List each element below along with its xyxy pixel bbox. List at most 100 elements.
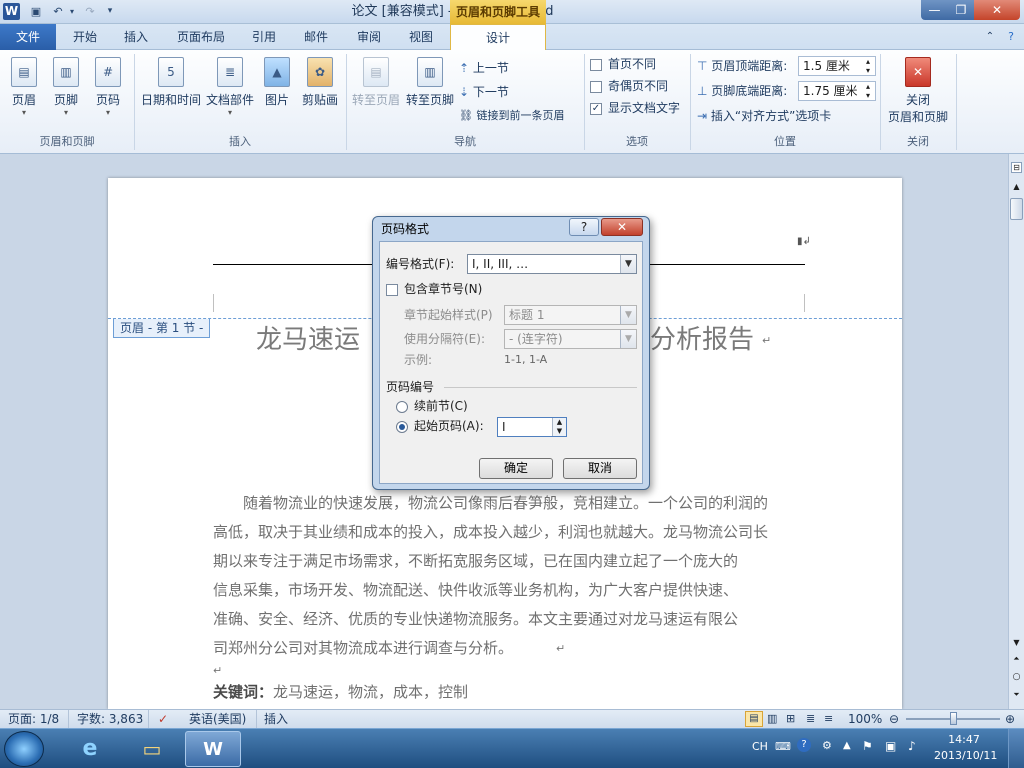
spinner-arrows-icon[interactable]: ▴ ▾ [863, 57, 873, 75]
scroll-thumb[interactable] [1010, 198, 1023, 220]
tab-view[interactable]: 视图 [397, 24, 445, 50]
insert-align-tab-button[interactable]: ⇥ 插入“对齐方式”选项卡 [697, 106, 877, 126]
start-button[interactable] [4, 731, 44, 767]
dialog-close-button[interactable]: ✕ [601, 218, 643, 236]
clock-time[interactable]: 14:47 [934, 732, 994, 748]
close-window-button[interactable]: ✕ [974, 0, 1020, 20]
ok-button[interactable]: 确定 [479, 458, 553, 479]
chevron-down-icon[interactable]: ▼ [620, 255, 636, 273]
ruler-toggle-icon[interactable]: ⊟ [1011, 162, 1022, 173]
zoom-slider-thumb[interactable] [950, 712, 957, 725]
outline-view-icon[interactable]: ≣ [806, 710, 815, 728]
start-at-input[interactable]: I ▲ ▼ [497, 417, 567, 437]
tab-insert[interactable]: 插入 [112, 24, 160, 50]
word-taskbar-icon[interactable]: W [185, 731, 241, 767]
browse-object-icon[interactable]: ○ [1011, 672, 1022, 682]
tab-mailings[interactable]: 邮件 [292, 24, 340, 50]
insert-mode-status[interactable]: 插入 [264, 710, 288, 728]
dialog-help-button[interactable]: ? [569, 218, 599, 236]
restore-button[interactable]: ❐ [948, 0, 974, 20]
picture-icon: ▲ [264, 57, 290, 87]
previous-page-icon[interactable]: ⏶ [1011, 654, 1022, 664]
tab-page-layout[interactable]: 页面布局 [166, 24, 236, 50]
radio-button-selected[interactable] [396, 420, 408, 433]
keyboard-icon[interactable]: ⌨ [775, 740, 791, 753]
draft-view-icon[interactable]: ≡ [824, 710, 833, 728]
checkbox-checked[interactable]: ✓ [590, 102, 602, 115]
picture-label: 图片 [264, 93, 289, 107]
footer-button-label: 页脚 [53, 93, 78, 107]
goto-footer-label: 转至页脚 [405, 93, 454, 107]
header-button[interactable]: ▤ 页眉 ▾ [4, 54, 44, 128]
scroll-up-arrow-icon[interactable]: ▲ [1011, 182, 1022, 192]
page-number-button[interactable]: # 页码 ▾ [88, 54, 128, 128]
print-layout-view-icon[interactable]: ▤ [745, 711, 763, 727]
footer-button[interactable]: ▥ 页脚 ▾ [46, 54, 86, 128]
tab-review[interactable]: 审阅 [345, 24, 393, 50]
group-label-options: 选项 [626, 135, 648, 148]
checkbox[interactable] [386, 283, 398, 296]
zoom-out-icon[interactable]: ⊖ [889, 710, 899, 728]
internet-explorer-icon[interactable]: e [62, 731, 118, 767]
goto-footer-button[interactable]: ▥ 转至页脚 [404, 54, 456, 128]
clip-art-button[interactable]: ✿ 剪贴画 [298, 54, 342, 128]
full-screen-reading-icon[interactable]: ▥ [767, 710, 777, 728]
zoom-in-icon[interactable]: ⊕ [1005, 710, 1015, 728]
checkbox[interactable] [590, 80, 602, 93]
ribbon-collapse-icon[interactable]: ⌃ [982, 24, 998, 50]
vertical-scrollbar[interactable]: ⊟ ▲ ▼ ⏶ ○ ⏷ [1008, 154, 1024, 709]
different-odd-even-checkbox[interactable]: 奇偶页不同 [590, 76, 690, 96]
header-section-tag: 页眉 - 第 1 节 - [113, 319, 211, 338]
footer-bottom-spinner[interactable]: 1.75 厘米 ▴ ▾ [798, 81, 876, 101]
next-page-icon[interactable]: ⏷ [1011, 690, 1022, 700]
quick-parts-button[interactable]: ≣ 文档部件 ▾ [204, 54, 256, 128]
tab-file[interactable]: 文件 [0, 24, 56, 50]
ime-indicator[interactable]: CH [752, 740, 768, 753]
start-at-radio[interactable]: 起始页码(A): [396, 417, 484, 435]
help-tray-icon[interactable]: ? [797, 738, 811, 752]
include-chapter-checkbox[interactable]: 包含章节号(N) [386, 280, 482, 298]
minimize-button[interactable]: — [921, 0, 948, 20]
proofing-icon[interactable]: ✓ [158, 710, 168, 728]
link-icon: ⛓ [459, 109, 477, 122]
close-header-footer-button[interactable]: ✕ 关闭 页眉和页脚 [884, 54, 952, 128]
web-layout-icon[interactable]: ⊞ [786, 710, 795, 728]
page-count-status[interactable]: 页面: 1/8 [8, 710, 59, 728]
tab-home[interactable]: 开始 [60, 24, 110, 50]
tab-design[interactable]: 设计 [450, 24, 546, 51]
continue-previous-radio[interactable]: 续前节(C) [396, 397, 468, 415]
checkbox[interactable] [590, 58, 602, 71]
previous-section-button[interactable]: ⇡ 上一节 [459, 58, 579, 78]
different-odd-even-label: 奇偶页不同 [608, 79, 669, 93]
spinner-arrows-icon[interactable]: ▲ ▼ [552, 418, 566, 436]
file-explorer-icon[interactable]: ▭ [124, 731, 180, 767]
scroll-down-arrow-icon[interactable]: ▼ [1011, 638, 1022, 648]
action-center-flag-icon[interactable]: ⚑ [862, 739, 873, 753]
volume-icon[interactable]: ♪ [908, 739, 916, 753]
network-icon[interactable]: ▣ [885, 739, 896, 753]
number-format-select[interactable]: I, II, III, … ▼ [467, 254, 637, 274]
header-top-spinner[interactable]: 1.5 厘米 ▴ ▾ [798, 56, 876, 76]
word-count-status[interactable]: 字数: 3,863 [77, 710, 143, 728]
show-desktop-button[interactable] [1008, 729, 1024, 768]
quick-parts-icon: ≣ [217, 57, 243, 87]
spinner-arrows-icon[interactable]: ▴ ▾ [863, 82, 873, 100]
next-section-button[interactable]: ⇣ 下一节 [459, 82, 579, 102]
different-first-page-checkbox[interactable]: 首页不同 [590, 54, 690, 74]
chapter-style-select: 标题 1 ▼ [504, 305, 637, 325]
group-divider [444, 387, 637, 388]
header-top-label: 页眉顶端距离: [711, 59, 788, 73]
tray-settings-icon[interactable]: ⚙ [822, 739, 832, 752]
footer-bottom-label: 页脚底端距离: [711, 84, 788, 98]
language-status[interactable]: 英语(美国) [189, 710, 246, 728]
radio-button[interactable] [396, 400, 408, 413]
cancel-button[interactable]: 取消 [563, 458, 637, 479]
tab-references[interactable]: 引用 [240, 24, 288, 50]
show-document-text-checkbox[interactable]: ✓ 显示文档文字 [590, 98, 690, 118]
show-hidden-icons-icon[interactable]: ▲ [843, 740, 851, 751]
help-icon[interactable]: ? [1002, 24, 1020, 50]
clock-date[interactable]: 2013/10/11 [934, 748, 997, 764]
zoom-level[interactable]: 100% [848, 710, 882, 728]
date-time-button[interactable]: 5 日期和时间 [138, 54, 204, 128]
picture-button[interactable]: ▲ 图片 [258, 54, 296, 128]
